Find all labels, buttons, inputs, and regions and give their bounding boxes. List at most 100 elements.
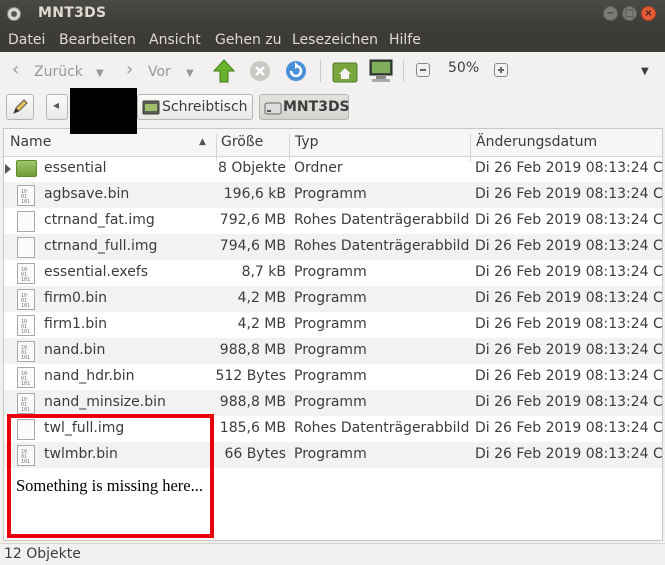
file-modified: Di 26 Feb 2019 08:13:24 CET xyxy=(475,290,663,306)
chevron-down-icon: ▼ xyxy=(96,68,104,79)
file-type: Programm xyxy=(294,264,367,280)
menu-gehen-zu[interactable]: Gehen zu xyxy=(215,32,282,48)
computer-icon[interactable] xyxy=(368,58,394,84)
file-modified: Di 26 Feb 2019 08:13:24 CET xyxy=(475,368,663,384)
expander-icon[interactable] xyxy=(5,164,11,174)
file-modified: Di 26 Feb 2019 08:13:24 CET xyxy=(475,342,663,358)
file-size: 512 Bytes xyxy=(215,368,286,384)
file-name: nand_hdr.bin xyxy=(44,368,135,384)
pencil-icon xyxy=(13,99,28,114)
file-modified: Di 26 Feb 2019 08:13:24 CET xyxy=(475,446,663,462)
crumb-mnt3ds[interactable]: MNT3DS xyxy=(259,94,350,120)
up-arrow-icon[interactable] xyxy=(212,58,236,84)
file-row[interactable]: 10 01 101 agbsave.bin 196,6 kB Programm Di 26 … xyxy=(4,182,662,208)
crumb-schreibtisch[interactable]: Schreibtisch xyxy=(137,94,253,120)
menu-bearbeiten[interactable]: Bearbeiten xyxy=(59,32,136,48)
home-folder-icon[interactable] xyxy=(332,59,358,83)
menu-hilfe[interactable]: Hilfe xyxy=(389,32,421,48)
file-type: Rohes Datenträgerabbild xyxy=(294,212,470,228)
binary-file-icon: 10 01 101 xyxy=(17,185,35,206)
file-type: Programm xyxy=(294,368,367,384)
zoom-in-button[interactable] xyxy=(494,63,508,77)
binary-file-icon: 10 01 101 xyxy=(17,367,35,388)
file-size: 988,8 MB xyxy=(219,394,286,410)
edit-location-button[interactable] xyxy=(6,94,34,120)
reload-icon[interactable] xyxy=(284,59,308,83)
desktop-folder-icon xyxy=(142,100,160,115)
file-row[interactable]: 10 01 101 firm1.bin 4,2 MB Programm Di 26 Feb … xyxy=(4,312,662,338)
file-row[interactable]: ctrnand_full.img 794,6 MB Rohes Datenträge… xyxy=(4,234,662,260)
chevron-right-icon: › xyxy=(126,59,134,80)
forward-label: Vor xyxy=(148,64,171,80)
file-name: nand.bin xyxy=(44,342,106,358)
file-name: ctrnand_full.img xyxy=(44,238,158,254)
zoom-out-button[interactable] xyxy=(416,63,430,77)
minimize-button[interactable]: − xyxy=(603,6,618,21)
binary-file-icon: 10 01 101 xyxy=(17,315,35,336)
close-button[interactable]: × xyxy=(641,6,656,21)
file-type: Rohes Datenträgerabbild xyxy=(294,420,470,436)
toolbar-menu-chevron-icon[interactable]: ▼ xyxy=(641,66,649,77)
file-row[interactable]: 10 01 101 nand_hdr.bin 512 Bytes Programm Di 2… xyxy=(4,364,662,390)
file-type: Ordner xyxy=(294,160,343,176)
file-size: 988,8 MB xyxy=(219,342,286,358)
binary-file-icon: 10 01 101 xyxy=(17,289,35,310)
menu-bar: Datei Bearbeiten Ansicht Gehen zu Leseze… xyxy=(0,28,665,52)
file-modified: Di 26 Feb 2019 08:13:24 CET xyxy=(475,160,663,176)
file-size: 196,6 kB xyxy=(223,186,286,202)
file-size: 66 Bytes xyxy=(224,446,286,462)
sort-ascending-icon: ▲ xyxy=(199,137,206,147)
menu-lesezeichen[interactable]: Lesezeichen xyxy=(292,32,378,48)
file-modified: Di 26 Feb 2019 08:13:24 CET xyxy=(475,394,663,410)
column-modified[interactable]: Änderungsdatum xyxy=(476,134,597,150)
binary-file-icon: 10 01 101 xyxy=(17,263,35,284)
toolbar-separator xyxy=(403,60,404,82)
menu-datei[interactable]: Datei xyxy=(8,32,45,48)
file-row[interactable]: 10 01 101 nand_minsize.bin 988,8 MB Programm D… xyxy=(4,390,662,416)
window-title: MNT3DS xyxy=(38,5,107,21)
file-modified: Di 26 Feb 2019 08:13:24 CET xyxy=(475,238,663,254)
column-type[interactable]: Typ xyxy=(295,134,319,150)
file-size: 185,6 MB xyxy=(219,420,286,436)
file-modified: Di 26 Feb 2019 08:13:24 CET xyxy=(475,212,663,228)
file-name: essential.exefs xyxy=(44,264,149,280)
file-name: nand_minsize.bin xyxy=(44,394,166,410)
file-type: Rohes Datenträgerabbild xyxy=(294,238,470,254)
menu-ansicht[interactable]: Ansicht xyxy=(149,32,201,48)
file-row[interactable]: 10 01 101 firm0.bin 4,2 MB Programm Di 26 Feb … xyxy=(4,286,662,312)
file-row[interactable]: 10 01 101 nand.bin 988,8 MB Programm Di 26 Feb… xyxy=(4,338,662,364)
file-modified: Di 26 Feb 2019 08:13:24 CET xyxy=(475,264,663,280)
forward-button[interactable]: › Vor ▼ xyxy=(122,56,202,86)
maximize-button[interactable]: □ xyxy=(622,6,637,21)
back-button[interactable]: ‹ Zurück ▼ xyxy=(6,56,116,86)
file-type: Programm xyxy=(294,186,367,202)
file-row[interactable]: ctrnand_fat.img 792,6 MB Rohes Datenträger… xyxy=(4,208,662,234)
back-label: Zurück xyxy=(34,64,83,80)
file-size: 4,2 MB xyxy=(237,290,286,306)
crumb-label: MNT3DS xyxy=(283,99,350,115)
file-name: firm1.bin xyxy=(44,316,107,332)
toolbar: ‹ Zurück ▼ › Vor ▼ 50% ▼ xyxy=(0,52,665,90)
zoom-level: 50% xyxy=(448,60,480,76)
title-bar: MNT3DS − □ × xyxy=(0,0,665,28)
file-row[interactable]: essential 8 Objekte Ordner Di 26 Feb 2019 0… xyxy=(4,156,662,182)
app-icon[interactable] xyxy=(7,7,21,21)
file-name: ctrnand_fat.img xyxy=(44,212,155,228)
file-size: 8 Objekte xyxy=(218,160,286,176)
file-name: firm0.bin xyxy=(44,290,107,306)
file-name: agbsave.bin xyxy=(44,186,130,202)
binary-file-icon: 10 01 101 xyxy=(17,393,35,414)
file-modified: Di 26 Feb 2019 08:13:24 CET xyxy=(475,316,663,332)
file-size: 794,6 MB xyxy=(219,238,286,254)
stop-icon[interactable] xyxy=(248,59,272,83)
chevron-left-icon: ‹ xyxy=(12,59,20,80)
column-name[interactable]: Name xyxy=(10,134,51,150)
file-type: Programm xyxy=(294,446,367,462)
redacted-path-segment xyxy=(70,88,137,134)
file-row[interactable]: 10 01 101 essential.exefs 8,7 kB Programm Di 2… xyxy=(4,260,662,286)
file-name: essential xyxy=(44,160,107,176)
chevron-down-icon: ▼ xyxy=(186,68,194,79)
item-count: 12 Objekte xyxy=(4,546,81,562)
column-size[interactable]: Größe xyxy=(221,134,263,150)
path-scroll-left-button[interactable]: ◂ xyxy=(46,94,68,120)
